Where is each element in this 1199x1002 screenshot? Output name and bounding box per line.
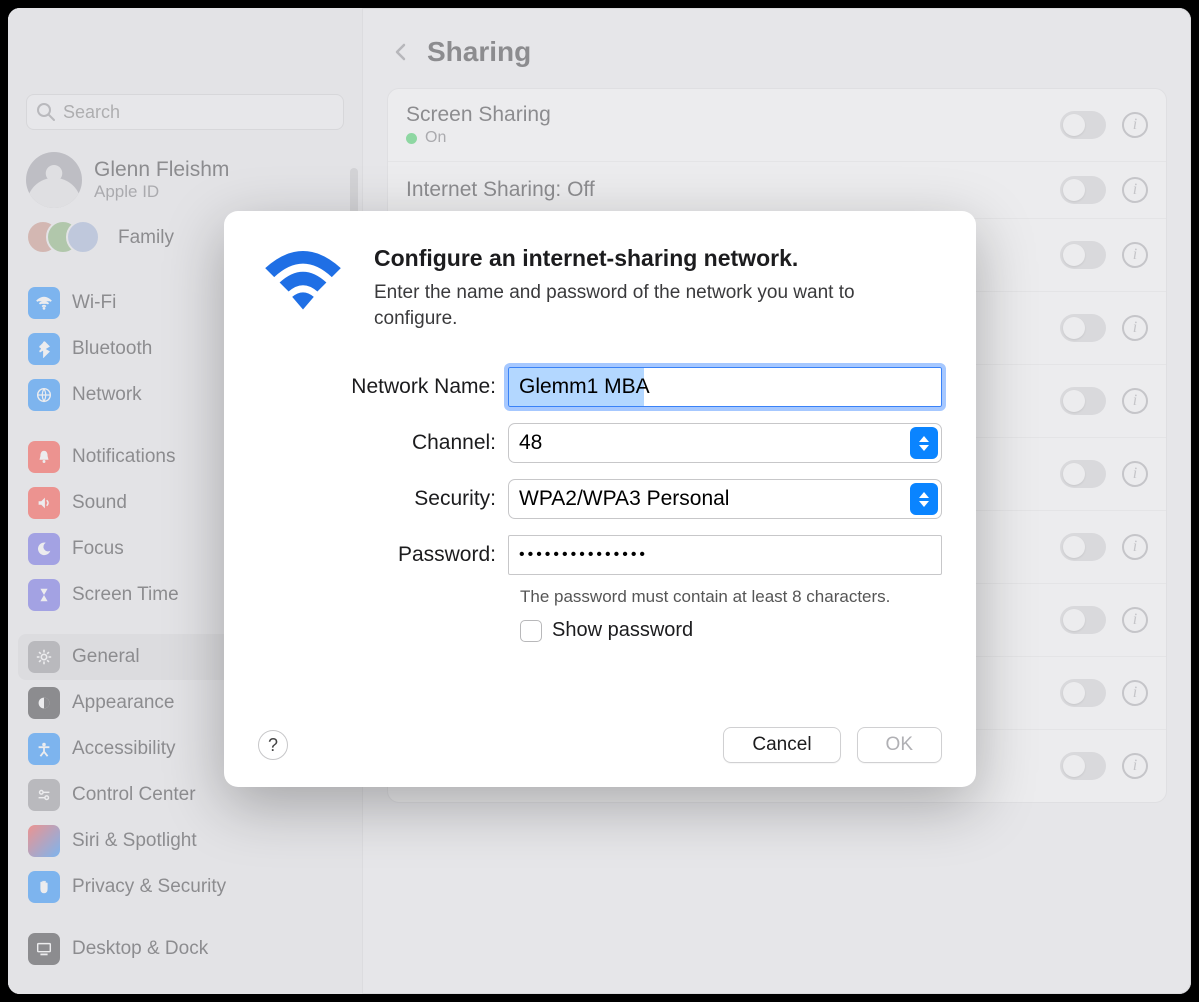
appearance-icon — [28, 687, 60, 719]
desktop-icon — [28, 933, 60, 965]
toggle-internet-sharing[interactable] — [1060, 176, 1106, 204]
dialog-title: Configure an internet-sharing network. — [374, 245, 942, 272]
dialog-description: Enter the name and password of the netwo… — [374, 280, 942, 331]
channel-label: Channel: — [258, 431, 508, 455]
network-name-input[interactable] — [508, 367, 942, 407]
sidebar-item-label: Focus — [72, 538, 124, 560]
info-button[interactable]: i — [1122, 680, 1148, 706]
speaker-icon — [28, 487, 60, 519]
sidebar-item-label: Bluetooth — [72, 338, 152, 360]
row-title: Internet Sharing: Off — [406, 178, 595, 202]
sidebar-item-privacy[interactable]: Privacy & Security — [18, 864, 352, 910]
apple-id-row[interactable]: Glenn Fleishm Apple ID — [8, 144, 362, 216]
sidebar-item-label: Accessibility — [72, 738, 175, 760]
toggle-media-sharing[interactable] — [1060, 679, 1106, 707]
password-label: Password: — [258, 543, 508, 567]
status-dot-icon — [406, 133, 417, 144]
hand-icon — [28, 871, 60, 903]
user-name: Glenn Fleishm — [94, 158, 229, 182]
wifi-icon — [28, 287, 60, 319]
sidebar-item-label: Control Center — [72, 784, 196, 806]
toggle[interactable] — [1060, 533, 1106, 561]
bluetooth-icon — [28, 333, 60, 365]
moon-icon — [28, 533, 60, 565]
sidebar-item-desktop[interactable]: Desktop & Dock — [18, 926, 352, 972]
bell-icon — [28, 441, 60, 473]
toggle[interactable] — [1060, 460, 1106, 488]
info-button[interactable]: i — [1122, 388, 1148, 414]
sharing-row-internet: Internet Sharing: Off i — [388, 161, 1166, 218]
sidebar-item-label: Privacy & Security — [72, 876, 226, 898]
sidebar-item-label: Siri & Spotlight — [72, 830, 197, 852]
info-button[interactable]: i — [1122, 242, 1148, 268]
cancel-button[interactable]: Cancel — [723, 727, 840, 763]
search-icon — [36, 102, 56, 127]
toggle-screen-sharing[interactable] — [1060, 111, 1106, 139]
accessibility-icon — [28, 733, 60, 765]
info-button[interactable]: i — [1122, 315, 1148, 341]
show-password-label: Show password — [552, 619, 693, 642]
hourglass-icon — [28, 579, 60, 611]
password-hint: The password must contain at least 8 cha… — [520, 587, 942, 607]
help-button[interactable]: ? — [258, 730, 288, 760]
back-button[interactable] — [391, 42, 411, 62]
info-button[interactable]: i — [1122, 753, 1148, 779]
toggle[interactable] — [1060, 387, 1106, 415]
sidebar-item-label: Appearance — [72, 692, 174, 714]
network-name-label: Network Name: — [258, 375, 508, 399]
channel-select[interactable]: 48 — [508, 423, 942, 463]
search-input[interactable] — [26, 94, 344, 130]
siri-icon — [28, 825, 60, 857]
info-button[interactable]: i — [1122, 177, 1148, 203]
wifi-large-icon — [258, 245, 348, 331]
sidebar-item-label: Sound — [72, 492, 127, 514]
family-avatars — [26, 220, 106, 256]
chevron-updown-icon — [910, 427, 938, 459]
security-value: WPA2/WPA3 Personal — [519, 487, 729, 511]
toggle[interactable] — [1060, 314, 1106, 342]
chevron-updown-icon — [910, 483, 938, 515]
family-label: Family — [118, 227, 174, 249]
toggle[interactable] — [1060, 606, 1106, 634]
sidebar-item-label: Network — [72, 384, 142, 406]
show-password-checkbox[interactable] — [520, 620, 542, 642]
row-status: On — [425, 129, 446, 147]
user-sub: Apple ID — [94, 182, 229, 202]
toggle[interactable] — [1060, 241, 1106, 269]
password-input[interactable] — [508, 535, 942, 575]
toggle-bluetooth-sharing[interactable] — [1060, 752, 1106, 780]
sidebar-item-label: Notifications — [72, 446, 176, 468]
internet-sharing-config-dialog: Configure an internet-sharing network. E… — [224, 211, 976, 787]
sharing-row-screen: Screen Sharing On i — [388, 89, 1166, 161]
row-title: Screen Sharing — [406, 103, 551, 127]
security-select[interactable]: WPA2/WPA3 Personal — [508, 479, 942, 519]
security-label: Security: — [258, 487, 508, 511]
gear-icon — [28, 641, 60, 673]
sidebar-item-siri[interactable]: Siri & Spotlight — [18, 818, 352, 864]
page-title: Sharing — [427, 36, 531, 68]
info-button[interactable]: i — [1122, 112, 1148, 138]
control-center-icon — [28, 779, 60, 811]
ok-button[interactable]: OK — [857, 727, 942, 763]
info-button[interactable]: i — [1122, 461, 1148, 487]
avatar — [26, 152, 82, 208]
info-button[interactable]: i — [1122, 607, 1148, 633]
sidebar-item-label: Screen Time — [72, 584, 179, 606]
sidebar-item-label: Wi-Fi — [72, 292, 116, 314]
network-icon — [28, 379, 60, 411]
info-button[interactable]: i — [1122, 534, 1148, 560]
sidebar-item-label: General — [72, 646, 140, 668]
channel-value: 48 — [519, 431, 542, 455]
sidebar-item-label: Desktop & Dock — [72, 938, 208, 960]
